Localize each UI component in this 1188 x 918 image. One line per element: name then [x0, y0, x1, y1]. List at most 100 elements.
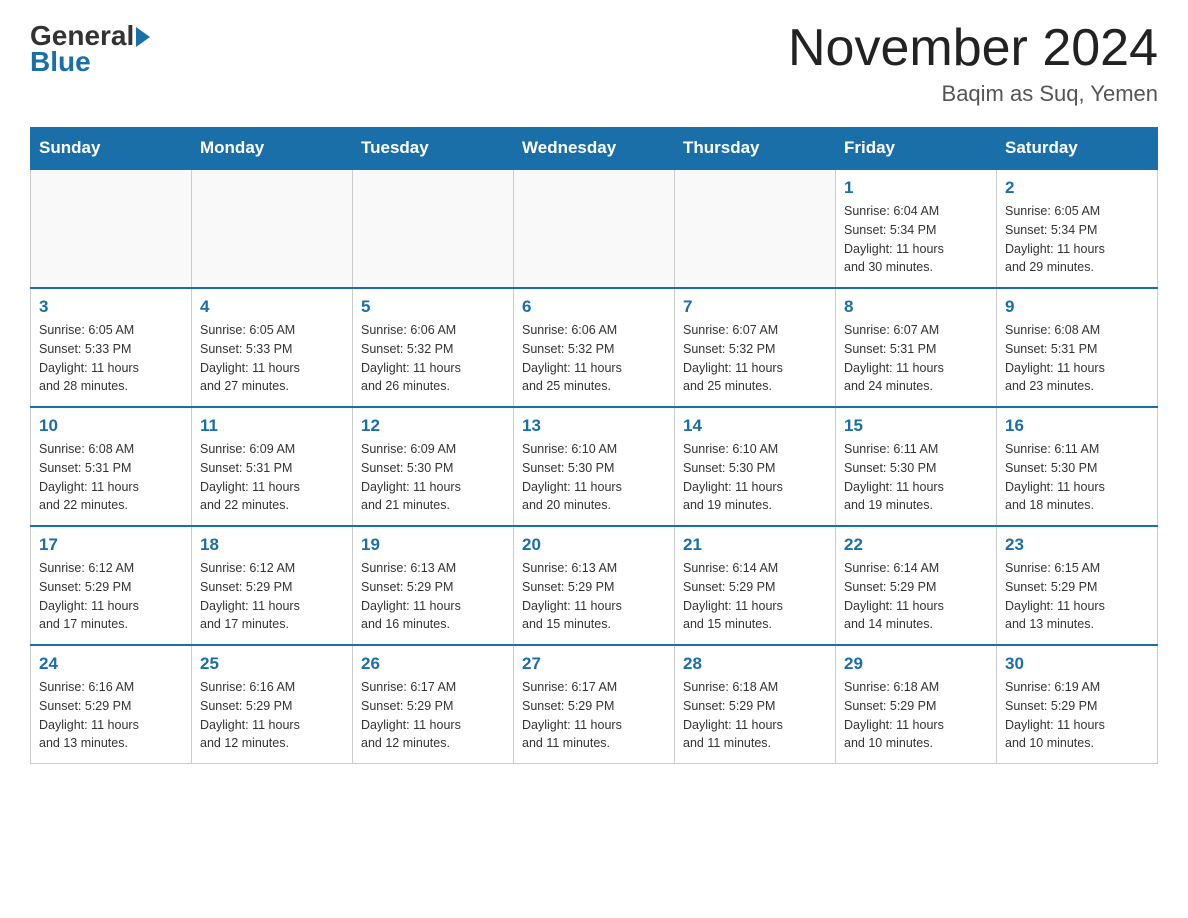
calendar-cell: 29Sunrise: 6:18 AM Sunset: 5:29 PM Dayli…	[836, 645, 997, 764]
day-number: 9	[1005, 297, 1149, 317]
day-number: 27	[522, 654, 666, 674]
calendar-cell: 30Sunrise: 6:19 AM Sunset: 5:29 PM Dayli…	[997, 645, 1158, 764]
day-number: 17	[39, 535, 183, 555]
day-info: Sunrise: 6:15 AM Sunset: 5:29 PM Dayligh…	[1005, 559, 1149, 634]
day-number: 2	[1005, 178, 1149, 198]
calendar-cell	[192, 169, 353, 288]
calendar-cell	[353, 169, 514, 288]
calendar-cell: 8 Sunrise: 6:07 AM Sunset: 5:31 PM Daylig…	[836, 288, 997, 407]
calendar-cell: 9 Sunrise: 6:08 AM Sunset: 5:31 PM Daylig…	[997, 288, 1158, 407]
week-row-1: 1 Sunrise: 6:04 AM Sunset: 5:34 PM Daylig…	[31, 169, 1158, 288]
weekday-header-monday: Monday	[192, 128, 353, 170]
day-info: Sunrise: 6:07 AM Sunset: 5:32 PM Dayligh…	[683, 321, 827, 396]
day-number: 20	[522, 535, 666, 555]
calendar-cell: 26 Sunrise: 6:17 AM Sunset: 5:29 PM Dayli…	[353, 645, 514, 764]
day-info: Sunrise: 6:06 AM Sunset: 5:32 PM Dayligh…	[361, 321, 505, 396]
day-info: Sunrise: 6:06 AM Sunset: 5:32 PM Dayligh…	[522, 321, 666, 396]
weekday-header-thursday: Thursday	[675, 128, 836, 170]
calendar-cell	[514, 169, 675, 288]
day-info: Sunrise: 6:14 AM Sunset: 5:29 PM Dayligh…	[844, 559, 988, 634]
day-number: 28	[683, 654, 827, 674]
calendar-cell: 15 Sunrise: 6:11 AM Sunset: 5:30 PM Dayli…	[836, 407, 997, 526]
logo-blue-text: Blue	[30, 46, 91, 78]
day-info: Sunrise: 6:04 AM Sunset: 5:34 PM Dayligh…	[844, 202, 988, 277]
day-number: 29	[844, 654, 988, 674]
calendar-cell: 7 Sunrise: 6:07 AM Sunset: 5:32 PM Daylig…	[675, 288, 836, 407]
logo: General Blue	[30, 20, 150, 78]
day-info: Sunrise: 6:14 AM Sunset: 5:29 PM Dayligh…	[683, 559, 827, 634]
location-subtitle: Baqim as Suq, Yemen	[788, 81, 1158, 107]
day-info: Sunrise: 6:19 AM Sunset: 5:29 PM Dayligh…	[1005, 678, 1149, 753]
calendar-cell: 24 Sunrise: 6:16 AM Sunset: 5:29 PM Dayli…	[31, 645, 192, 764]
weekday-header-wednesday: Wednesday	[514, 128, 675, 170]
calendar-cell: 1 Sunrise: 6:04 AM Sunset: 5:34 PM Daylig…	[836, 169, 997, 288]
day-number: 13	[522, 416, 666, 436]
day-number: 5	[361, 297, 505, 317]
calendar-cell: 25Sunrise: 6:16 AM Sunset: 5:29 PM Dayli…	[192, 645, 353, 764]
page-header: General Blue November 2024 Baqim as Suq,…	[30, 20, 1158, 107]
week-row-4: 17 Sunrise: 6:12 AM Sunset: 5:29 PM Dayli…	[31, 526, 1158, 645]
day-info: Sunrise: 6:08 AM Sunset: 5:31 PM Dayligh…	[39, 440, 183, 515]
calendar-cell: 27 Sunrise: 6:17 AM Sunset: 5:29 PM Dayli…	[514, 645, 675, 764]
calendar-cell: 2Sunrise: 6:05 AM Sunset: 5:34 PM Daylig…	[997, 169, 1158, 288]
calendar-cell: 5 Sunrise: 6:06 AM Sunset: 5:32 PM Daylig…	[353, 288, 514, 407]
calendar-cell: 20 Sunrise: 6:13 AM Sunset: 5:29 PM Dayli…	[514, 526, 675, 645]
calendar-table: SundayMondayTuesdayWednesdayThursdayFrid…	[30, 127, 1158, 764]
calendar-cell: 14Sunrise: 6:10 AM Sunset: 5:30 PM Dayli…	[675, 407, 836, 526]
day-info: Sunrise: 6:10 AM Sunset: 5:30 PM Dayligh…	[683, 440, 827, 515]
day-info: Sunrise: 6:13 AM Sunset: 5:29 PM Dayligh…	[522, 559, 666, 634]
day-number: 24	[39, 654, 183, 674]
day-info: Sunrise: 6:10 AM Sunset: 5:30 PM Dayligh…	[522, 440, 666, 515]
day-number: 16	[1005, 416, 1149, 436]
weekday-header-sunday: Sunday	[31, 128, 192, 170]
week-row-3: 10Sunrise: 6:08 AM Sunset: 5:31 PM Dayli…	[31, 407, 1158, 526]
day-info: Sunrise: 6:16 AM Sunset: 5:29 PM Dayligh…	[39, 678, 183, 753]
day-number: 7	[683, 297, 827, 317]
day-info: Sunrise: 6:12 AM Sunset: 5:29 PM Dayligh…	[200, 559, 344, 634]
calendar-cell: 10Sunrise: 6:08 AM Sunset: 5:31 PM Dayli…	[31, 407, 192, 526]
calendar-cell	[675, 169, 836, 288]
day-number: 15	[844, 416, 988, 436]
calendar-cell: 16 Sunrise: 6:11 AM Sunset: 5:30 PM Dayli…	[997, 407, 1158, 526]
day-number: 1	[844, 178, 988, 198]
day-number: 3	[39, 297, 183, 317]
day-info: Sunrise: 6:17 AM Sunset: 5:29 PM Dayligh…	[522, 678, 666, 753]
month-year-title: November 2024	[788, 20, 1158, 77]
calendar-cell: 28Sunrise: 6:18 AM Sunset: 5:29 PM Dayli…	[675, 645, 836, 764]
calendar-cell: 11Sunrise: 6:09 AM Sunset: 5:31 PM Dayli…	[192, 407, 353, 526]
day-number: 12	[361, 416, 505, 436]
day-info: Sunrise: 6:11 AM Sunset: 5:30 PM Dayligh…	[1005, 440, 1149, 515]
calendar-cell: 12 Sunrise: 6:09 AM Sunset: 5:30 PM Dayli…	[353, 407, 514, 526]
calendar-cell: 6Sunrise: 6:06 AM Sunset: 5:32 PM Daylig…	[514, 288, 675, 407]
weekday-header-tuesday: Tuesday	[353, 128, 514, 170]
calendar-cell: 23Sunrise: 6:15 AM Sunset: 5:29 PM Dayli…	[997, 526, 1158, 645]
title-section: November 2024 Baqim as Suq, Yemen	[788, 20, 1158, 107]
calendar-cell: 18 Sunrise: 6:12 AM Sunset: 5:29 PM Dayli…	[192, 526, 353, 645]
day-info: Sunrise: 6:05 AM Sunset: 5:33 PM Dayligh…	[200, 321, 344, 396]
day-info: Sunrise: 6:08 AM Sunset: 5:31 PM Dayligh…	[1005, 321, 1149, 396]
weekday-header-friday: Friday	[836, 128, 997, 170]
day-number: 4	[200, 297, 344, 317]
day-number: 8	[844, 297, 988, 317]
day-number: 26	[361, 654, 505, 674]
day-info: Sunrise: 6:09 AM Sunset: 5:30 PM Dayligh…	[361, 440, 505, 515]
weekday-header-row: SundayMondayTuesdayWednesdayThursdayFrid…	[31, 128, 1158, 170]
day-info: Sunrise: 6:05 AM Sunset: 5:33 PM Dayligh…	[39, 321, 183, 396]
calendar-cell: 17Sunrise: 6:12 AM Sunset: 5:29 PM Dayli…	[31, 526, 192, 645]
day-number: 11	[200, 416, 344, 436]
day-number: 18	[200, 535, 344, 555]
week-row-2: 3 Sunrise: 6:05 AM Sunset: 5:33 PM Daylig…	[31, 288, 1158, 407]
day-info: Sunrise: 6:11 AM Sunset: 5:30 PM Dayligh…	[844, 440, 988, 515]
calendar-cell: 21Sunrise: 6:14 AM Sunset: 5:29 PM Dayli…	[675, 526, 836, 645]
weekday-header-saturday: Saturday	[997, 128, 1158, 170]
calendar-cell: 19Sunrise: 6:13 AM Sunset: 5:29 PM Dayli…	[353, 526, 514, 645]
day-info: Sunrise: 6:13 AM Sunset: 5:29 PM Dayligh…	[361, 559, 505, 634]
day-number: 22	[844, 535, 988, 555]
calendar-cell: 3 Sunrise: 6:05 AM Sunset: 5:33 PM Daylig…	[31, 288, 192, 407]
calendar-cell: 22 Sunrise: 6:14 AM Sunset: 5:29 PM Dayli…	[836, 526, 997, 645]
calendar-cell: 4 Sunrise: 6:05 AM Sunset: 5:33 PM Daylig…	[192, 288, 353, 407]
logo-arrow-icon	[136, 27, 150, 47]
day-info: Sunrise: 6:07 AM Sunset: 5:31 PM Dayligh…	[844, 321, 988, 396]
day-info: Sunrise: 6:17 AM Sunset: 5:29 PM Dayligh…	[361, 678, 505, 753]
week-row-5: 24 Sunrise: 6:16 AM Sunset: 5:29 PM Dayli…	[31, 645, 1158, 764]
